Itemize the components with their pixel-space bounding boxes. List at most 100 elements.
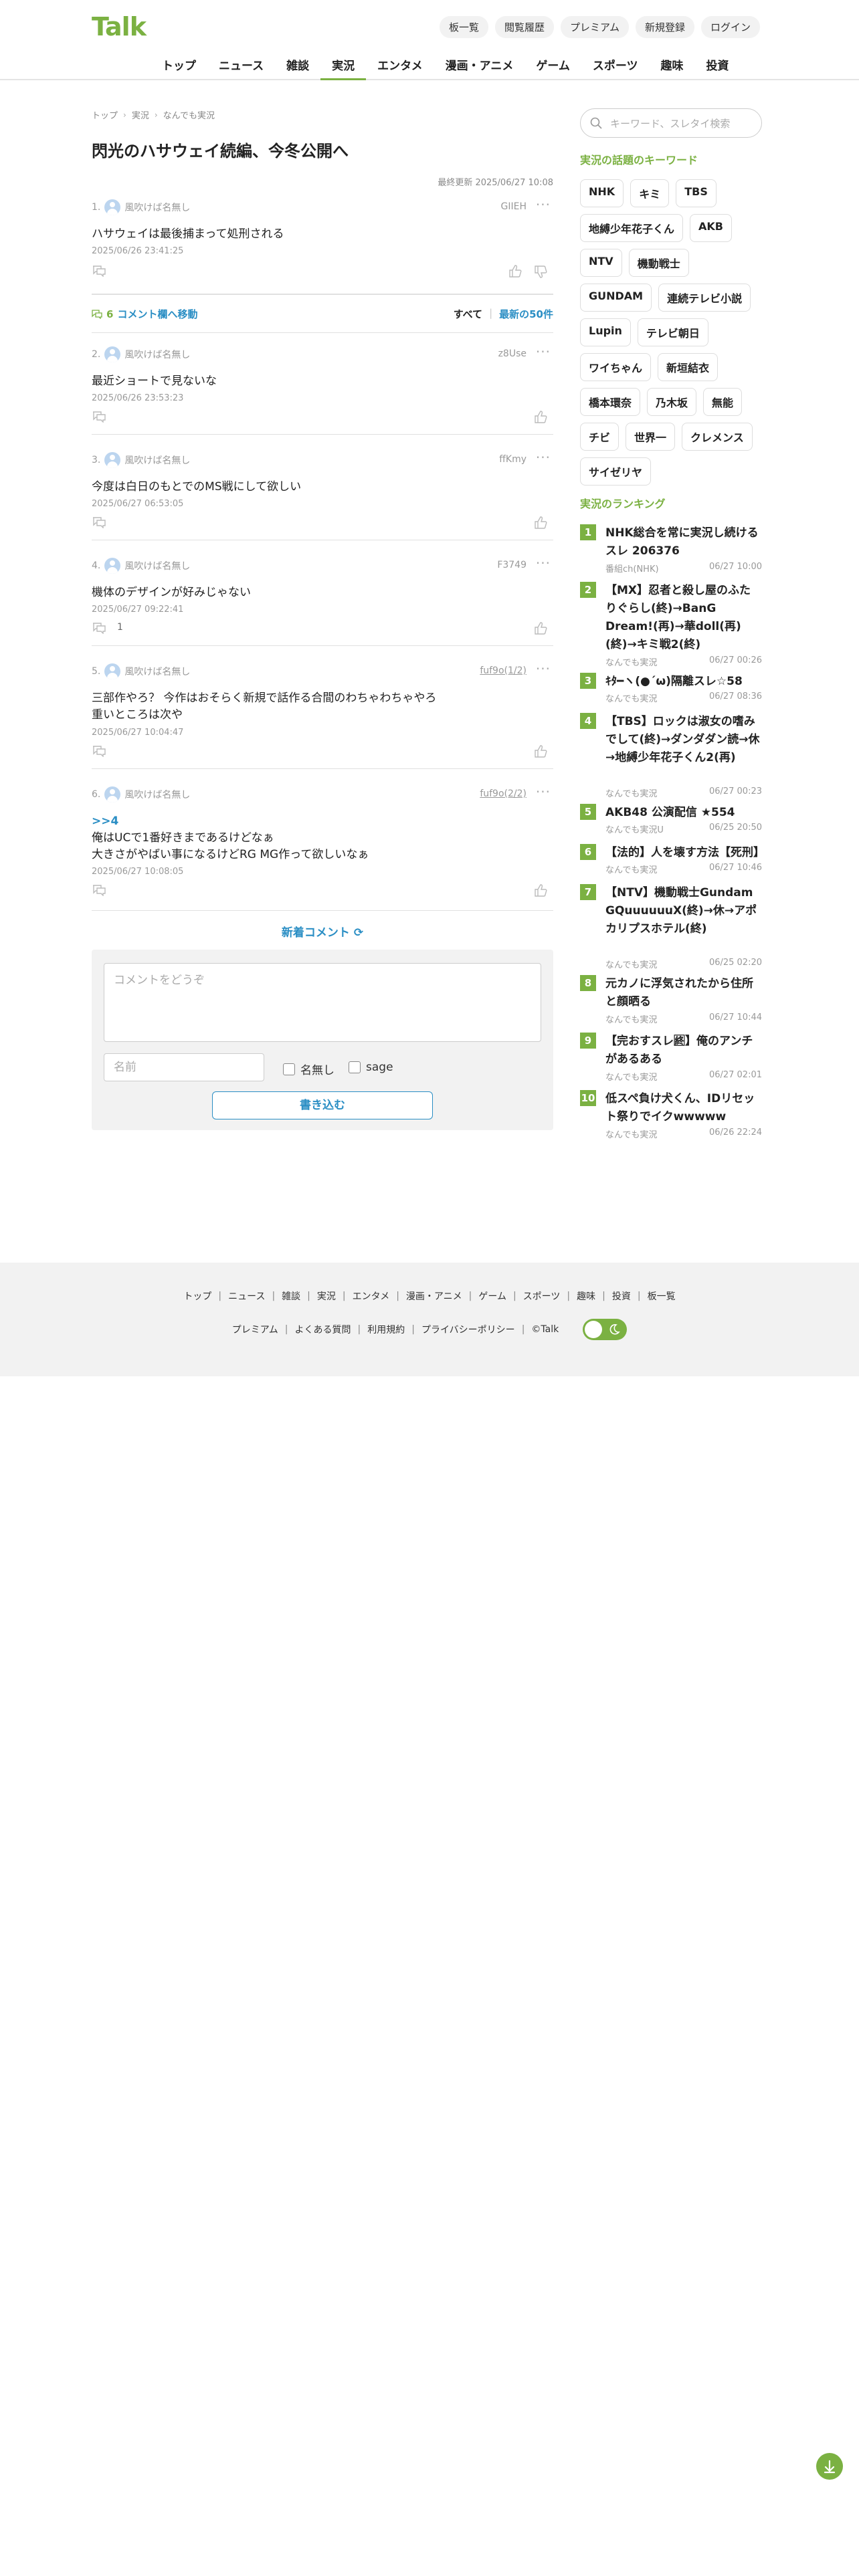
rank-title[interactable]: 元カノに浮気されたから住所と顔晒る xyxy=(605,975,762,1011)
reply-icon[interactable] xyxy=(92,622,106,634)
reply-icon[interactable] xyxy=(92,265,106,277)
filter-all[interactable]: すべて xyxy=(454,307,482,321)
thumbs-up-icon[interactable] xyxy=(533,515,548,530)
more-icon[interactable]: ··· xyxy=(536,661,551,677)
reply-icon[interactable] xyxy=(92,884,106,896)
comment-jump[interactable]: 6 コメント欄へ移動 xyxy=(92,307,197,321)
rank-title[interactable]: ｷﾀ━ヽ(●´ω)隔離スレ☆58 xyxy=(605,673,762,691)
footer-link[interactable]: 実況 xyxy=(317,1289,336,1303)
nav-entertainment[interactable]: エンタメ xyxy=(366,49,434,80)
top-link-boards[interactable]: 板一覧 xyxy=(439,16,488,38)
footer-link[interactable]: 漫画・アニメ xyxy=(406,1289,462,1303)
footer-link[interactable]: 投資 xyxy=(612,1289,631,1303)
site-logo[interactable]: Talk xyxy=(92,12,147,41)
keyword-tag[interactable]: 機動戦士 xyxy=(628,249,689,277)
reply-anchor-link[interactable]: >>4 xyxy=(92,813,369,830)
thumbs-down-icon[interactable] xyxy=(533,265,548,280)
thumbs-up-icon[interactable] xyxy=(533,409,548,424)
footer-link[interactable]: プレミアム xyxy=(232,1323,278,1336)
thumbs-up-icon[interactable] xyxy=(533,883,548,897)
checkbox[interactable] xyxy=(283,1063,295,1075)
comment-jump-label[interactable]: コメント欄へ移動 xyxy=(117,307,197,321)
keyword-tag[interactable]: 連続テレビ小説 xyxy=(658,284,751,312)
breadcrumb-board[interactable]: なんでも実況 xyxy=(163,108,215,121)
footer-link[interactable]: 趣味 xyxy=(577,1289,595,1303)
submit-button[interactable]: 書き込む xyxy=(212,1091,433,1119)
reply-icon[interactable] xyxy=(92,745,106,757)
keyword-tag[interactable]: 世界一 xyxy=(626,423,676,451)
keyword-tag[interactable]: ワイちゃん xyxy=(580,353,652,381)
keyword-tag[interactable]: TBS xyxy=(676,179,717,207)
rank-title[interactable]: 【完おすスレ🈡】俺のアンチがあるある xyxy=(605,1033,762,1069)
breadcrumb-top[interactable]: トップ xyxy=(92,108,118,121)
rank-title[interactable]: AKB48 公演配信 ★554 xyxy=(605,804,762,822)
comment-textarea[interactable]: コメントをどうぞ xyxy=(104,963,541,1042)
filter-latest[interactable]: 最新の50件 xyxy=(499,307,553,321)
footer-link[interactable]: 板一覧 xyxy=(648,1289,676,1303)
more-icon[interactable]: ··· xyxy=(536,197,551,213)
keyword-tag[interactable]: NTV xyxy=(580,249,622,277)
thumbs-up-icon[interactable] xyxy=(508,263,522,278)
new-comments-button[interactable]: 新着コメント ⟳ xyxy=(92,923,553,940)
footer-link[interactable]: 利用規約 xyxy=(367,1323,405,1336)
nav-news[interactable]: ニュース xyxy=(207,49,275,80)
nav-chat[interactable]: 雑談 xyxy=(275,49,320,80)
nav-live[interactable]: 実況 xyxy=(320,49,367,80)
reply-icon[interactable] xyxy=(92,516,106,528)
footer-link[interactable]: スポーツ xyxy=(523,1289,561,1303)
keyword-tag[interactable]: 無能 xyxy=(703,388,743,416)
rank-title[interactable]: 【NTV】機動戦士Gundam GQuuuuuuX(終)→休→アポカリプスホテル… xyxy=(605,884,762,938)
footer-link[interactable]: 雑談 xyxy=(282,1289,300,1303)
rank-title[interactable]: 【TBS】ロックは淑女の嗜みでして(終)→ダンダダン読→休→地縛少年花子くん2(… xyxy=(605,713,762,767)
nav-game[interactable]: ゲーム xyxy=(524,49,581,80)
comment-id-link[interactable]: fuf9o(1/2) xyxy=(480,665,527,676)
checkbox[interactable] xyxy=(349,1061,361,1073)
nav-hobby[interactable]: 趣味 xyxy=(650,49,695,80)
footer-link[interactable]: トップ xyxy=(183,1289,211,1303)
dark-mode-toggle[interactable] xyxy=(583,1319,628,1340)
keyword-tag[interactable]: クレメンス xyxy=(682,423,753,451)
nav-sports[interactable]: スポーツ xyxy=(581,49,650,80)
keyword-tag[interactable]: 新垣結衣 xyxy=(658,353,719,381)
top-link-login[interactable]: ログイン xyxy=(700,16,760,38)
keyword-tag[interactable]: 橋本環奈 xyxy=(580,388,641,416)
rank-title[interactable]: 【法的】人を壊す方法【死刑】 xyxy=(605,844,765,862)
keyword-tag[interactable]: 地縛少年花子くん xyxy=(580,214,684,242)
top-link-premium[interactable]: プレミアム xyxy=(561,16,629,38)
nav-top[interactable]: トップ xyxy=(151,49,207,80)
thumbs-up-icon[interactable] xyxy=(533,621,548,635)
top-link-signup[interactable]: 新規登録 xyxy=(635,16,694,38)
sage-checkbox[interactable]: sage xyxy=(349,1061,393,1074)
comment-id-link[interactable]: fuf9o(2/2) xyxy=(480,788,527,799)
anon-checkbox[interactable]: 名無し xyxy=(283,1061,335,1077)
keyword-tag[interactable]: チビ xyxy=(580,423,619,451)
keyword-tag[interactable]: Lupin xyxy=(580,318,631,346)
keyword-tag[interactable]: NHK xyxy=(580,179,624,207)
nav-manga-anime[interactable]: 漫画・アニメ xyxy=(434,49,525,80)
nav-invest[interactable]: 投資 xyxy=(695,49,741,80)
top-link-history[interactable]: 閲覧履歴 xyxy=(495,16,555,38)
keyword-tag[interactable]: GUNDAM xyxy=(580,284,652,312)
more-icon[interactable]: ··· xyxy=(536,344,551,360)
rank-title[interactable]: 低スペ負け犬くん、IDリセット祭りでイクwwwww xyxy=(605,1090,762,1126)
scroll-down-button[interactable] xyxy=(816,2453,843,2480)
thumbs-up-icon[interactable] xyxy=(533,744,548,758)
reply-count[interactable]: 1 xyxy=(117,622,123,633)
keyword-tag[interactable]: 乃木坂 xyxy=(647,388,697,416)
rank-title[interactable]: 【MX】忍者と殺し屋のふたりぐらし(終)→BanG Dream!(再)→華dol… xyxy=(605,582,762,654)
more-icon[interactable]: ··· xyxy=(536,449,551,465)
keyword-tag[interactable]: テレビ朝日 xyxy=(637,318,708,346)
more-icon[interactable]: ··· xyxy=(536,555,551,571)
keyword-tag[interactable]: サイゼリヤ xyxy=(580,457,652,486)
footer-link[interactable]: エンタメ xyxy=(353,1289,390,1303)
reply-icon[interactable] xyxy=(92,411,106,423)
footer-link[interactable]: よくある質問 xyxy=(295,1323,351,1336)
footer-link[interactable]: ゲーム xyxy=(478,1289,506,1303)
rank-title[interactable]: NHK総合を常に実況し続けるスレ 206376 xyxy=(605,524,762,560)
footer-link[interactable]: ニュース xyxy=(228,1289,265,1303)
more-icon[interactable]: ··· xyxy=(536,784,551,800)
name-input[interactable]: 名前 xyxy=(104,1053,264,1081)
breadcrumb-live[interactable]: 実況 xyxy=(132,108,149,121)
keyword-tag[interactable]: AKB xyxy=(690,214,732,242)
footer-link[interactable]: プライバシーポリシー xyxy=(421,1323,515,1336)
